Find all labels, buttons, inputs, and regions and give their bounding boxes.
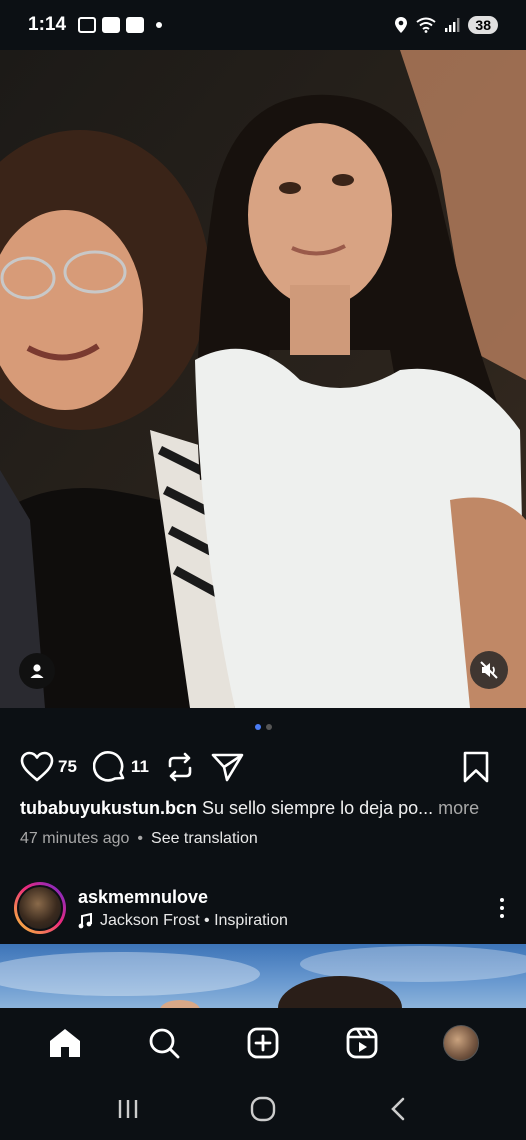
carousel-pager [0, 724, 526, 730]
tab-reels[interactable] [334, 1015, 390, 1071]
create-icon[interactable] [247, 1027, 279, 1059]
search-icon[interactable] [148, 1027, 180, 1059]
recents-icon[interactable] [117, 1098, 139, 1120]
wifi-icon [416, 17, 437, 33]
tab-profile[interactable] [433, 1015, 489, 1071]
next-post-header: askmemnulove Jackson Frost • Inspiration [14, 880, 512, 936]
reels-icon[interactable] [346, 1027, 378, 1059]
home-circle-icon[interactable] [250, 1096, 276, 1122]
next-post-username[interactable]: askmemnulove [78, 887, 288, 908]
audio-label[interactable]: Jackson Frost • Inspiration [100, 912, 288, 930]
system-home-button[interactable] [233, 1089, 293, 1129]
music-note-icon [78, 912, 92, 928]
more-options-icon[interactable] [492, 898, 512, 918]
next-post-photo-art [0, 946, 526, 1008]
post-meta: 47 minutes ago • See translation [20, 830, 258, 848]
youtube-icon [102, 17, 121, 33]
tab-search[interactable] [136, 1015, 192, 1071]
next-post-info: askmemnulove Jackson Frost • Inspiration [78, 887, 288, 930]
repost-icon[interactable] [165, 751, 195, 783]
notification-dot-icon [156, 22, 163, 28]
status-left-icons [78, 17, 163, 33]
recents-button[interactable] [98, 1089, 158, 1129]
bookmark-icon[interactable] [462, 751, 490, 783]
battery-icon: 38 [468, 16, 498, 34]
screen-record-icon [78, 17, 97, 33]
share-action[interactable] [211, 751, 245, 783]
like-count[interactable]: 75 [58, 757, 77, 777]
caption-more-link[interactable]: more [438, 798, 479, 818]
mute-button[interactable] [470, 651, 508, 689]
status-right-icons: 38 [394, 16, 498, 34]
back-icon[interactable] [389, 1097, 407, 1121]
profile-avatar[interactable] [442, 1025, 479, 1061]
location-icon [395, 17, 408, 33]
comment-action[interactable]: 11 [92, 750, 149, 784]
app-icon [126, 17, 145, 33]
avatar-image [17, 885, 63, 931]
next-post-photo[interactable] [0, 944, 526, 1008]
meta-separator: • [137, 830, 144, 847]
see-translation-link[interactable]: See translation [151, 830, 258, 848]
heart-icon[interactable] [20, 751, 54, 783]
status-time: 1:14 [28, 14, 67, 35]
comment-icon[interactable] [92, 750, 127, 784]
user-tag-icon [30, 664, 44, 678]
home-icon[interactable] [48, 1027, 82, 1059]
comment-count[interactable]: 11 [131, 757, 149, 777]
like-action[interactable]: 75 [20, 751, 77, 783]
pager-dot-active [254, 724, 261, 730]
bottom-tab-bar [0, 1008, 526, 1078]
story-avatar[interactable] [14, 882, 66, 934]
post-photo[interactable] [0, 50, 526, 708]
user-tag-button[interactable] [19, 653, 55, 689]
post-actions: 75 11 [20, 748, 506, 786]
repost-action[interactable] [165, 751, 195, 783]
post-caption[interactable]: tubabuyukustun.bcn Su sello siempre lo d… [20, 798, 510, 819]
tab-home[interactable] [37, 1015, 93, 1071]
post-photo-art [0, 50, 526, 708]
system-navigation-bar [0, 1078, 526, 1140]
send-icon[interactable] [211, 751, 245, 783]
signal-icon [445, 18, 460, 32]
next-post-audio[interactable]: Jackson Frost • Inspiration [78, 912, 288, 930]
save-action[interactable] [462, 751, 490, 783]
status-bar: 1:14 38 [0, 0, 526, 50]
caption-username[interactable]: tubabuyukustun.bcn [20, 798, 197, 818]
caption-text: Su sello siempre lo deja po... [202, 798, 434, 818]
post-timestamp: 47 minutes ago [20, 830, 130, 847]
pager-dot [265, 724, 272, 730]
mute-icon [480, 661, 498, 679]
tab-create[interactable] [235, 1015, 291, 1071]
system-back-button[interactable] [368, 1089, 428, 1129]
